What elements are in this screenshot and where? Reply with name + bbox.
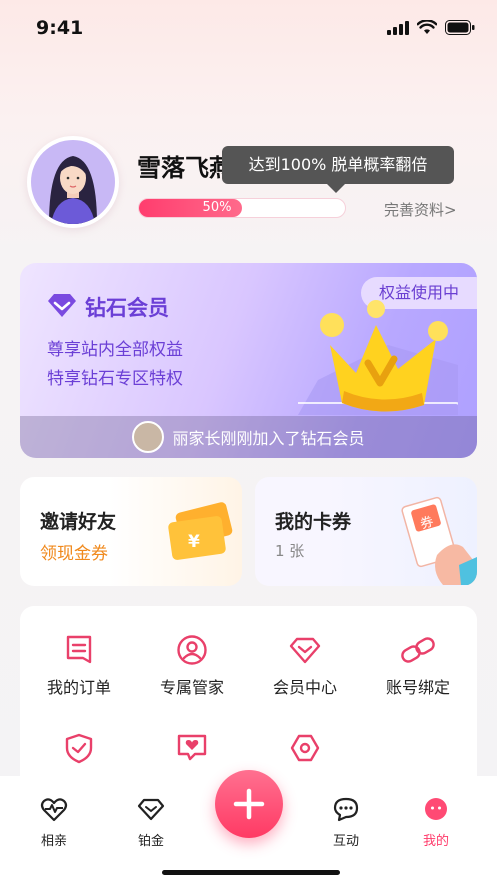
- add-button[interactable]: [215, 770, 283, 838]
- chat-icon: [333, 797, 359, 822]
- hexagon-icon: [290, 734, 320, 762]
- tab-label: 互动: [332, 834, 359, 849]
- home-indicator: [162, 870, 340, 875]
- status-icons: [387, 20, 475, 35]
- progress-tooltip: 达到100% 脱单概率翻倍: [222, 146, 454, 193]
- cash-coupon-icon: ¥: [168, 502, 233, 560]
- hand-ticket-icon: 券: [401, 496, 477, 585]
- signal-icon: [387, 20, 409, 35]
- link-icon: [401, 637, 435, 663]
- tab-interaction[interactable]: 互动: [306, 796, 386, 849]
- complete-profile-link[interactable]: 完善资料>: [384, 199, 457, 220]
- coupons-count: 1 张: [275, 542, 305, 560]
- vip-benefit-line2: 特享钻石专区特权: [47, 369, 183, 389]
- vip-join-notice: 丽家长刚刚加入了钻石会员: [20, 416, 477, 458]
- tab-mine[interactable]: 我的: [396, 796, 476, 849]
- diamond-icon: [48, 294, 76, 317]
- invite-subtitle: 领现金券: [40, 544, 108, 564]
- status-time: 9:41: [36, 17, 84, 39]
- vip-title: 钻石会员: [85, 296, 169, 320]
- menu-member-center[interactable]: 会员中心: [248, 634, 362, 698]
- menu-account-binding[interactable]: 账号绑定: [361, 634, 475, 698]
- menu-my-orders[interactable]: 我的订单: [22, 634, 136, 698]
- menu-label: 账号绑定: [385, 678, 450, 697]
- menu-security[interactable]: [22, 732, 136, 764]
- menu-label: 会员中心: [272, 678, 337, 697]
- crown-illustration: [298, 300, 458, 415]
- shield-check-icon: [65, 733, 93, 764]
- menu-settings[interactable]: [248, 732, 362, 764]
- bottom-tab-bar: 相亲 铂金 互动 我的: [0, 770, 497, 883]
- tab-label: 铂金: [137, 834, 164, 849]
- plus-icon: [233, 788, 265, 820]
- diamond-icon: [137, 798, 165, 821]
- avatar-illustration: [31, 140, 115, 224]
- heart-message-icon: [177, 734, 207, 761]
- menu-butler[interactable]: 专属管家: [135, 634, 249, 698]
- invite-title: 邀请好友: [40, 511, 117, 533]
- tab-label: 相亲: [40, 834, 67, 849]
- diamond-vip-card[interactable]: 钻石会员 尊享站内全部权益 特享钻石专区特权 权益使用中 丽家长刚刚加入了钻石会…: [20, 263, 477, 458]
- vip-join-text: 丽家长刚刚加入了钻石会员: [172, 429, 365, 448]
- tab-xiangqin[interactable]: 相亲: [14, 796, 94, 849]
- svg-text:¥: ¥: [188, 532, 200, 552]
- order-icon: [66, 635, 92, 664]
- menu-love-message[interactable]: [135, 732, 249, 764]
- battery-icon: [445, 20, 475, 35]
- menu-label: 专属管家: [159, 678, 224, 697]
- member-icon: [289, 637, 321, 664]
- tab-platinum[interactable]: 铂金: [111, 796, 191, 849]
- tab-label: 我的: [422, 834, 449, 849]
- profile-face-icon: [425, 798, 447, 820]
- wifi-icon: [417, 20, 437, 34]
- my-coupons-card[interactable]: 我的卡券 1 张 券: [255, 477, 477, 586]
- heartbeat-icon: [40, 798, 68, 822]
- vip-benefit-line1: 尊享站内全部权益: [47, 340, 183, 360]
- avatar[interactable]: [27, 136, 119, 228]
- status-bar: 9:41: [0, 0, 497, 60]
- butler-icon: [177, 635, 207, 665]
- username: 雪落飞燕: [137, 154, 233, 182]
- coupons-title: 我的卡券: [275, 511, 352, 533]
- menu-label: 我的订单: [46, 678, 111, 697]
- profile-progress-bar: 50%: [138, 198, 346, 218]
- invite-friends-card[interactable]: 邀请好友 领现金券 ¥: [20, 477, 242, 586]
- progress-label: 50%: [202, 200, 232, 215]
- join-user-avatar: [132, 421, 165, 453]
